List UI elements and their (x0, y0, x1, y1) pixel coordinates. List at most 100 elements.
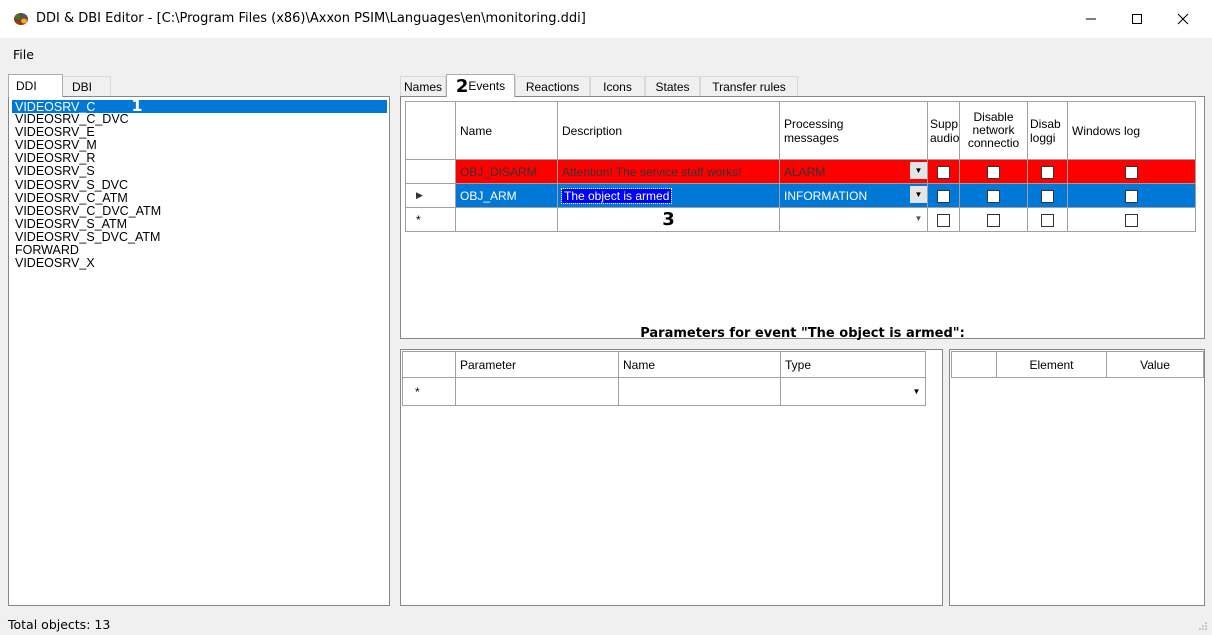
col-header-disable-network[interactable]: Disable network connectio (959, 101, 1028, 160)
col-header-value[interactable]: Value (1106, 351, 1204, 378)
cell-processing[interactable]: INFORMATION ▼ (779, 183, 928, 208)
marker-3: 3 (662, 209, 675, 230)
description-edit-text[interactable]: The object is armed (560, 187, 673, 204)
col-header-windows-log[interactable]: Windows log (1067, 101, 1196, 160)
checkbox[interactable] (937, 165, 950, 179)
table-row[interactable]: OBJ_DISARM Attention! The service staff … (405, 159, 1196, 184)
cell-name[interactable]: OBJ_DISARM (455, 159, 558, 184)
table-row[interactable]: ▶ OBJ_ARM The object is armed INFORMATIO… (405, 183, 1196, 208)
tab-names[interactable]: Names (400, 76, 446, 97)
list-item[interactable]: VIDEOSRV_S (12, 165, 387, 178)
cell-checkbox[interactable] (1027, 183, 1068, 208)
tab-transfer-rules[interactable]: Transfer rules (700, 76, 798, 97)
cell-parameter[interactable] (455, 377, 619, 406)
cell-description[interactable]: Attention! The service staff works! (557, 159, 780, 184)
cell-description[interactable]: The object is armed (557, 183, 780, 208)
resize-grip-icon[interactable] (1198, 621, 1208, 631)
checkbox[interactable] (1125, 189, 1138, 203)
tab-icons[interactable]: Icons (590, 76, 645, 97)
col-header-disable-logging[interactable]: Disab loggi (1027, 101, 1068, 160)
cell-type[interactable]: ▼ (780, 377, 926, 406)
tab-states[interactable]: States (645, 76, 700, 97)
elements-grid-panel: Element Value (949, 349, 1205, 606)
title-bar: DDI & DBI Editor - [C:\Program Files (x8… (0, 0, 1212, 38)
list-item[interactable]: VIDEOSRV_C_DVC_ATM (12, 204, 387, 218)
close-button[interactable] (1160, 0, 1206, 38)
checkbox[interactable] (1041, 165, 1054, 179)
checkbox[interactable] (937, 189, 950, 203)
cell-checkbox[interactable] (959, 183, 1028, 208)
object-list[interactable]: VIDEOSRV_C 1 VIDEOSRV_C_DVC VIDEOSRV_E VI… (12, 98, 387, 270)
cell-processing[interactable]: ▼ (779, 207, 928, 232)
row-header-corner (402, 351, 456, 378)
checkbox[interactable] (987, 213, 1000, 227)
tab-events-label: Events (468, 79, 506, 93)
params-grid-panel: Parameter Name Type * ▼ (400, 349, 943, 606)
marker-2: 2 (455, 75, 469, 97)
minimize-button[interactable] (1068, 0, 1114, 38)
new-row-indicator[interactable]: * (405, 207, 456, 232)
processing-value: INFORMATION (784, 188, 868, 203)
tab-ddi[interactable]: DDI (8, 74, 63, 97)
cell-checkbox[interactable] (927, 183, 960, 208)
maximize-button[interactable] (1114, 0, 1160, 38)
checkbox[interactable] (1041, 213, 1054, 227)
app-icon (14, 13, 28, 25)
cell-description[interactable]: 3 (557, 207, 780, 232)
list-item[interactable]: VIDEOSRV_S_ATM (12, 217, 387, 231)
tab-reactions[interactable]: Reactions (515, 76, 590, 97)
marker-1: 1 (131, 96, 143, 115)
menu-bar: File (0, 38, 1212, 68)
col-header-name[interactable]: Name (455, 101, 558, 160)
current-row-indicator[interactable]: ▶ (405, 183, 456, 208)
checkbox[interactable] (1041, 189, 1054, 203)
cell-checkbox[interactable] (1067, 159, 1196, 184)
row-header[interactable] (405, 159, 456, 184)
object-list-panel: VIDEOSRV_C 1 VIDEOSRV_C_DVC VIDEOSRV_E VI… (8, 96, 390, 606)
cell-checkbox[interactable] (1027, 207, 1068, 232)
tab-dbi[interactable]: DBI (62, 76, 111, 97)
cell-checkbox[interactable] (1067, 207, 1196, 232)
cell-name[interactable] (618, 377, 781, 406)
row-header-corner (951, 351, 997, 378)
list-item[interactable]: VIDEOSRV_C_ATM (12, 191, 387, 205)
col-header-processing[interactable]: Processing messages (779, 101, 928, 160)
checkbox[interactable] (937, 213, 950, 227)
checkbox[interactable] (987, 165, 1000, 179)
dropdown-arrow-icon[interactable]: ▼ (910, 186, 927, 203)
new-row[interactable]: * ▼ (402, 377, 926, 406)
status-bar: Total objects: 13 (0, 611, 1212, 635)
cell-name[interactable]: OBJ_ARM (455, 183, 558, 208)
checkbox[interactable] (1125, 165, 1138, 179)
cell-checkbox[interactable] (927, 159, 960, 184)
new-row[interactable]: * 3 ▼ (405, 207, 1196, 232)
col-header-type[interactable]: Type (780, 351, 926, 378)
cell-checkbox[interactable] (959, 159, 1028, 184)
list-item[interactable]: VIDEOSRV_X (12, 257, 387, 270)
new-row-indicator[interactable]: * (402, 377, 456, 406)
col-header-element[interactable]: Element (996, 351, 1107, 378)
dropdown-arrow-icon[interactable]: ▼ (908, 383, 925, 400)
checkbox[interactable] (1125, 213, 1138, 227)
dropdown-arrow-icon[interactable]: ▼ (910, 162, 927, 179)
col-header-supp-audio[interactable]: Supp audio (927, 101, 960, 160)
col-header-description[interactable]: Description (557, 101, 780, 160)
col-header-name[interactable]: Name (618, 351, 781, 378)
cell-checkbox[interactable] (959, 207, 1028, 232)
cell-checkbox[interactable] (927, 207, 960, 232)
menu-file[interactable]: File (13, 47, 34, 62)
cell-checkbox[interactable] (1027, 159, 1068, 184)
col-header-parameter[interactable]: Parameter (455, 351, 619, 378)
events-grid-panel: Name Description Processing messages Supp… (400, 96, 1205, 339)
list-item[interactable]: VIDEOSRV_S_DVC (12, 178, 387, 192)
cell-processing[interactable]: ALARM ▼ (779, 159, 928, 184)
cell-checkbox[interactable] (1067, 183, 1196, 208)
elements-grid: Element Value (951, 351, 1204, 378)
checkbox[interactable] (987, 189, 1000, 203)
maximize-icon (1132, 14, 1142, 24)
cell-name[interactable] (455, 207, 558, 232)
close-icon (1177, 13, 1189, 25)
tab-events[interactable]: 2 Events (446, 74, 515, 97)
params-grid: Parameter Name Type * ▼ (402, 351, 926, 406)
dropdown-arrow-icon[interactable]: ▼ (910, 210, 927, 227)
